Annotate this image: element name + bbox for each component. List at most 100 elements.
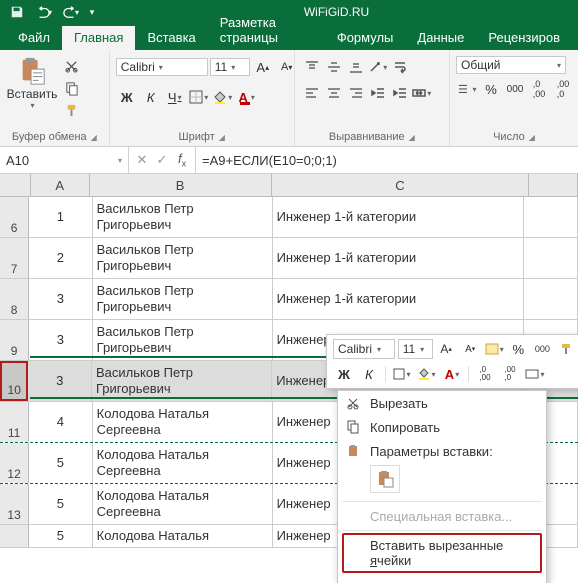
tab-formulas[interactable]: Формулы (325, 26, 406, 50)
mini-inc-decimal[interactable]: ,0,00 (474, 363, 496, 385)
font-family-select[interactable]: Calibri▾ (116, 58, 208, 76)
row-header[interactable]: 12 (0, 443, 29, 483)
mini-accounting[interactable]: ▾ (484, 338, 505, 360)
decrease-indent-button[interactable] (367, 82, 389, 104)
column-header-D[interactable] (529, 174, 578, 196)
cell[interactable]: Колодова Наталья Сергеевна (93, 443, 273, 483)
mini-font-size[interactable]: 11▾ (398, 339, 433, 359)
merge-button[interactable]: ▾ (411, 82, 433, 104)
name-box[interactable]: A10▾ (0, 147, 129, 173)
qat-customize-button[interactable]: ▾ (85, 1, 99, 23)
cell[interactable] (524, 197, 578, 237)
menu-copy[interactable]: Копировать (338, 415, 546, 439)
font-dialog-launcher[interactable]: ◢ (219, 133, 225, 142)
cell[interactable]: Колодова Наталья Сергеевна (93, 402, 273, 442)
column-header-A[interactable]: A (31, 174, 90, 196)
column-header-C[interactable]: C (272, 174, 530, 196)
table-row[interactable]: 8 3 Васильков Петр Григорьевич Инженер 1… (0, 279, 578, 320)
copy-button[interactable] (60, 78, 82, 98)
formula-input[interactable]: =A9+ЕСЛИ(E10=0;0;1) (196, 147, 578, 173)
redo-button[interactable]: ▾ (58, 1, 84, 23)
column-header-B[interactable]: B (90, 174, 272, 196)
mini-font-family[interactable]: Calibri▾ (333, 339, 395, 359)
mini-italic[interactable]: К (358, 363, 380, 385)
mini-percent[interactable]: % (508, 338, 529, 360)
mini-grow-font[interactable]: A▴ (436, 338, 457, 360)
cell[interactable]: Инженер 1-й категории (273, 197, 524, 237)
mini-font-color[interactable]: A▾ (441, 363, 463, 385)
underline-button[interactable]: Ч ▾ (164, 86, 186, 108)
borders-button[interactable]: ▾ (188, 86, 210, 108)
mini-borders[interactable]: ▾ (391, 363, 413, 385)
mini-fill-color[interactable]: ▾ (416, 363, 438, 385)
cancel-formula-button[interactable]: ✕ (133, 152, 151, 168)
save-button[interactable] (4, 1, 30, 23)
format-painter-button[interactable] (60, 100, 82, 120)
tab-file[interactable]: Файл (6, 26, 62, 50)
cell[interactable]: Васильков Петр Григорьевич (93, 279, 273, 319)
tab-review[interactable]: Рецензиров (476, 26, 572, 50)
grow-font-button[interactable]: A▴ (252, 56, 274, 78)
cell[interactable]: Васильков Петр Григорьевич (93, 238, 273, 278)
cut-button[interactable] (60, 56, 82, 76)
cell[interactable]: 3 (29, 320, 92, 360)
row-header[interactable] (0, 525, 29, 547)
row-header[interactable]: 9 (0, 320, 29, 360)
table-row[interactable]: 7 2 Васильков Петр Григорьевич Инженер 1… (0, 238, 578, 279)
decrease-decimal-button[interactable]: ,00,0 (552, 78, 574, 100)
increase-indent-button[interactable] (389, 82, 411, 104)
row-header[interactable]: 11 (0, 402, 29, 442)
alignment-dialog-launcher[interactable]: ◢ (409, 133, 415, 142)
align-middle-button[interactable] (323, 56, 345, 78)
cell[interactable] (524, 279, 578, 319)
mini-comma[interactable]: 000 (532, 338, 553, 360)
increase-decimal-button[interactable]: ,0,00 (528, 78, 550, 100)
mini-bold[interactable]: Ж (333, 363, 355, 385)
orientation-button[interactable]: ▾ (367, 56, 389, 78)
align-top-button[interactable] (301, 56, 323, 78)
mini-dec-decimal[interactable]: ,00,0 (499, 363, 521, 385)
cell[interactable]: 5 (29, 443, 92, 483)
cell[interactable]: 5 (29, 525, 92, 547)
cell[interactable]: Васильков Петр Григорьевич (93, 320, 273, 360)
tab-insert[interactable]: Вставка (135, 26, 207, 50)
cell[interactable]: Инженер 1-й категории (273, 238, 524, 278)
select-all-corner[interactable] (0, 174, 31, 196)
clipboard-dialog-launcher[interactable]: ◢ (91, 133, 97, 142)
font-color-button[interactable]: A▾ (236, 86, 258, 108)
align-left-button[interactable] (301, 82, 323, 104)
accounting-format-button[interactable]: ☰▾ (456, 78, 478, 100)
font-size-select[interactable]: 11▾ (210, 58, 250, 76)
row-header[interactable]: 8 (0, 279, 29, 319)
mini-merge[interactable]: ▾ (524, 363, 546, 385)
paste-option-default[interactable] (370, 465, 400, 493)
tab-home[interactable]: Главная (62, 26, 135, 50)
cell[interactable]: 5 (29, 484, 92, 524)
tab-layout[interactable]: Разметка страницы (208, 11, 325, 50)
enter-formula-button[interactable]: ✓ (153, 152, 171, 168)
paste-button[interactable]: Вставить ▾ (6, 52, 58, 110)
row-header[interactable]: 10 (0, 361, 28, 401)
row-header[interactable]: 13 (0, 484, 29, 524)
row-header[interactable]: 7 (0, 238, 29, 278)
insert-function-button[interactable]: fx (173, 151, 191, 169)
number-dialog-launcher[interactable]: ◢ (529, 133, 535, 142)
cell[interactable]: 4 (29, 402, 92, 442)
cell[interactable]: 1 (29, 197, 92, 237)
undo-button[interactable]: ▾ (31, 1, 57, 23)
mini-format-painter[interactable] (556, 338, 577, 360)
fill-color-button[interactable]: ▾ (212, 86, 234, 108)
cell[interactable]: 3 (28, 361, 92, 401)
number-format-select[interactable]: Общий▾ (456, 56, 566, 74)
cell[interactable]: Колодова Наталья Сергеевна (93, 484, 273, 524)
comma-button[interactable]: 000 (504, 78, 526, 100)
cell[interactable]: 3 (29, 279, 92, 319)
align-center-button[interactable] (323, 82, 345, 104)
menu-insert-cut-cells[interactable]: Вставить вырезанные ячейки (342, 533, 542, 573)
align-bottom-button[interactable] (345, 56, 367, 78)
menu-cut[interactable]: Вырезать (338, 391, 546, 415)
row-header[interactable]: 6 (0, 197, 29, 237)
tab-data[interactable]: Данные (405, 26, 476, 50)
cell[interactable]: 2 (29, 238, 92, 278)
mini-shrink-font[interactable]: A▾ (460, 338, 481, 360)
